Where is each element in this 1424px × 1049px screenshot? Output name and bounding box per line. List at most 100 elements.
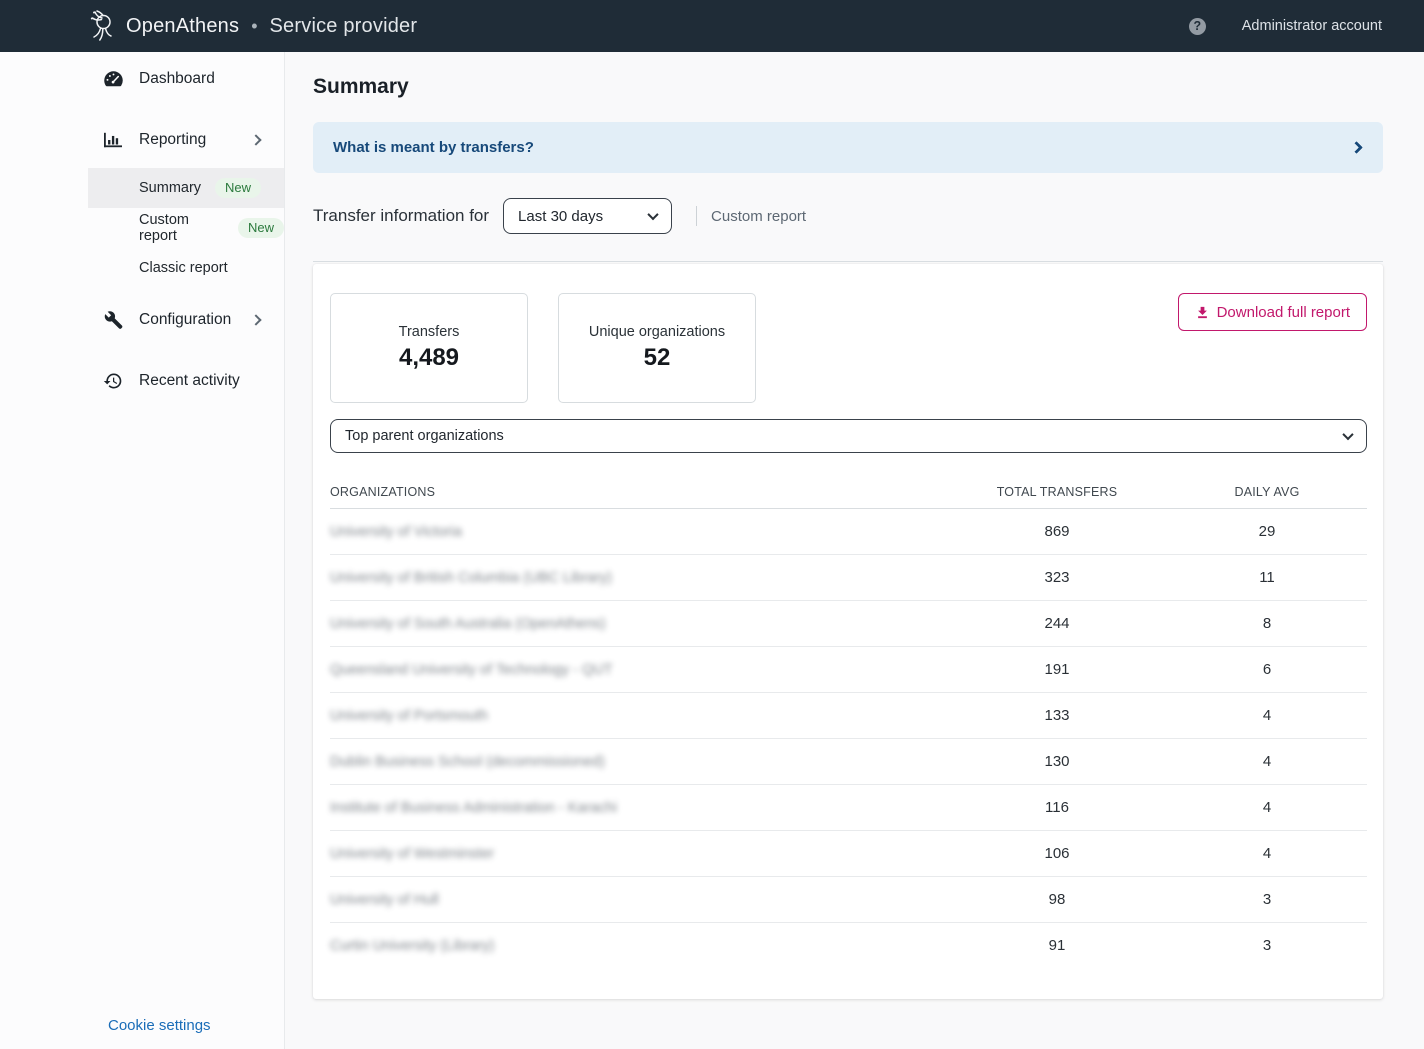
openathens-logo-icon bbox=[88, 9, 116, 43]
stat-value: 4,489 bbox=[399, 344, 459, 372]
organization-name: Curtin University (Library) bbox=[330, 938, 494, 954]
table-row: Dublin Business School (decommissioned) … bbox=[330, 739, 1367, 785]
table-row: Curtin University (Library) 91 3 bbox=[330, 923, 1367, 969]
table-row: Institute of Business Administration - K… bbox=[330, 785, 1367, 831]
date-range-select[interactable]: Last 30 days bbox=[503, 198, 672, 234]
daily-avg-value: 11 bbox=[1167, 555, 1367, 601]
chevron-down-icon bbox=[1342, 429, 1353, 440]
date-range-selected: Last 30 days bbox=[518, 208, 603, 225]
table-row: University of British Columbia (UBC Libr… bbox=[330, 555, 1367, 601]
daily-avg-value: 4 bbox=[1167, 739, 1367, 785]
organization-name: University of Westminster bbox=[330, 846, 494, 862]
chevron-down-icon bbox=[647, 209, 658, 220]
chevron-right-icon[interactable] bbox=[1350, 141, 1363, 154]
cookie-settings-link[interactable]: Cookie settings bbox=[0, 1011, 284, 1039]
total-transfers-value: 130 bbox=[947, 739, 1167, 785]
stat-value: 52 bbox=[644, 344, 671, 372]
daily-avg-value: 3 bbox=[1167, 877, 1367, 923]
stat-card-unique-organizations: Unique organizations 52 bbox=[558, 293, 756, 403]
page-title: Summary bbox=[313, 75, 1383, 99]
sidebar-item-classic-report[interactable]: Classic report bbox=[88, 248, 284, 288]
sidebar-item-recent-activity[interactable]: Recent activity bbox=[0, 359, 284, 403]
table-row: University of Hull 98 3 bbox=[330, 877, 1367, 923]
sidebar-item-label: Summary bbox=[139, 180, 201, 196]
sidebar-item-label: Reporting bbox=[139, 131, 206, 149]
organization-view-selected: Top parent organizations bbox=[345, 428, 504, 444]
account-menu[interactable]: Administrator account bbox=[1242, 18, 1382, 34]
table-header-row: ORGANIZATIONS TOTAL TRANSFERS DAILY AVG bbox=[330, 477, 1367, 509]
daily-avg-value: 4 bbox=[1167, 785, 1367, 831]
help-icon[interactable]: ? bbox=[1189, 18, 1206, 35]
column-header-organizations: ORGANIZATIONS bbox=[330, 477, 947, 509]
daily-avg-value: 4 bbox=[1167, 693, 1367, 739]
stat-label: Unique organizations bbox=[589, 324, 725, 340]
sidebar-item-label: Configuration bbox=[139, 311, 231, 329]
organizations-table: ORGANIZATIONS TOTAL TRANSFERS DAILY AVG … bbox=[330, 477, 1367, 969]
organization-view-select[interactable]: Top parent organizations bbox=[330, 419, 1367, 453]
table-row: University of South Australia (OpenAthen… bbox=[330, 601, 1367, 647]
banner-text: What is meant by transfers? bbox=[333, 139, 534, 156]
organization-name: University of Hull bbox=[330, 892, 439, 908]
daily-avg-value: 6 bbox=[1167, 647, 1367, 693]
organization-name: University of South Australia (OpenAthen… bbox=[330, 616, 606, 632]
organization-name: University of Portsmouth bbox=[330, 708, 488, 724]
gauge-icon bbox=[102, 70, 124, 88]
column-header-total-transfers: TOTAL TRANSFERS bbox=[947, 477, 1167, 509]
bar-chart-icon bbox=[102, 131, 124, 149]
organization-name: Dublin Business School (decommissioned) bbox=[330, 754, 605, 770]
history-icon bbox=[102, 371, 124, 391]
download-button-label: Download full report bbox=[1217, 304, 1350, 321]
sidebar-item-reporting[interactable]: Reporting bbox=[0, 118, 284, 162]
total-transfers-value: 116 bbox=[947, 785, 1167, 831]
section-divider bbox=[313, 261, 1383, 262]
organization-name: Queensland University of Technology - QU… bbox=[330, 662, 613, 678]
brand-link[interactable]: OpenAthens • Service provider bbox=[88, 9, 417, 43]
daily-avg-value: 8 bbox=[1167, 601, 1367, 647]
daily-avg-value: 3 bbox=[1167, 923, 1367, 969]
report-panel: Transfers 4,489 Unique organizations 52 … bbox=[313, 264, 1383, 999]
sidebar-item-label: Recent activity bbox=[139, 372, 240, 390]
daily-avg-value: 4 bbox=[1167, 831, 1367, 877]
filter-label: Transfer information for bbox=[313, 206, 489, 226]
sidebar-item-label: Custom report bbox=[139, 212, 224, 244]
wrench-icon bbox=[102, 311, 124, 330]
chevron-right-icon bbox=[250, 314, 261, 325]
table-row: University of Victoria 869 29 bbox=[330, 509, 1367, 555]
product-name: Service provider bbox=[270, 15, 418, 38]
sidebar-item-label: Dashboard bbox=[139, 70, 215, 88]
sidebar: Dashboard Reporting Summary New C bbox=[0, 52, 285, 1049]
download-full-report-button[interactable]: Download full report bbox=[1178, 293, 1367, 331]
chevron-right-icon bbox=[250, 134, 261, 145]
stat-label: Transfers bbox=[399, 324, 460, 340]
total-transfers-value: 106 bbox=[947, 831, 1167, 877]
sidebar-item-custom-report[interactable]: Custom report New bbox=[88, 208, 284, 248]
column-header-daily-avg: DAILY AVG bbox=[1167, 477, 1367, 509]
table-row: Queensland University of Technology - QU… bbox=[330, 647, 1367, 693]
top-navbar: OpenAthens • Service provider ? Administ… bbox=[0, 0, 1424, 52]
sidebar-item-configuration[interactable]: Configuration bbox=[0, 298, 284, 342]
main-content: Summary What is meant by transfers? Tran… bbox=[285, 52, 1424, 1049]
vertical-divider bbox=[696, 206, 697, 226]
organization-name: Institute of Business Administration - K… bbox=[330, 800, 617, 816]
custom-report-link[interactable]: Custom report bbox=[711, 208, 806, 225]
table-row: University of Westminster 106 4 bbox=[330, 831, 1367, 877]
sidebar-item-dashboard[interactable]: Dashboard bbox=[0, 57, 284, 101]
stat-card-transfers: Transfers 4,489 bbox=[330, 293, 528, 403]
total-transfers-value: 323 bbox=[947, 555, 1167, 601]
organization-name: University of Victoria bbox=[330, 524, 462, 540]
total-transfers-value: 191 bbox=[947, 647, 1167, 693]
transfers-info-banner[interactable]: What is meant by transfers? bbox=[313, 122, 1383, 173]
total-transfers-value: 98 bbox=[947, 877, 1167, 923]
total-transfers-value: 133 bbox=[947, 693, 1167, 739]
sidebar-item-summary[interactable]: Summary New bbox=[88, 168, 284, 208]
brand-name: OpenAthens bbox=[126, 15, 239, 38]
total-transfers-value: 91 bbox=[947, 923, 1167, 969]
sidebar-item-label: Classic report bbox=[139, 260, 228, 276]
table-row: University of Portsmouth 133 4 bbox=[330, 693, 1367, 739]
total-transfers-value: 869 bbox=[947, 509, 1167, 555]
total-transfers-value: 244 bbox=[947, 601, 1167, 647]
organizations-table-body: University of Victoria 869 29 University… bbox=[330, 509, 1367, 969]
new-badge: New bbox=[238, 218, 284, 238]
download-icon bbox=[1195, 305, 1210, 320]
new-badge: New bbox=[215, 178, 261, 198]
